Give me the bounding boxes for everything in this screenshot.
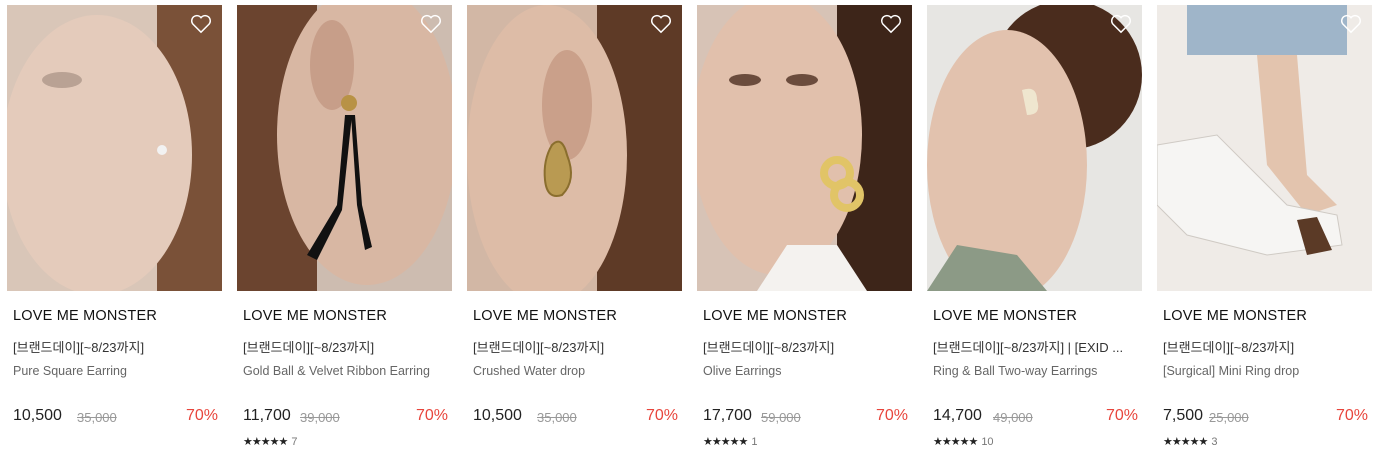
- brand-name[interactable]: LOVE ME MONSTER: [243, 308, 387, 324]
- product-name[interactable]: Pure Square Earring: [13, 363, 218, 379]
- sale-price: 7,500: [1163, 407, 1204, 424]
- rating: ★★★★★ 10: [933, 435, 994, 448]
- model-photo: [927, 5, 1142, 291]
- sale-price: 17,700: [703, 407, 752, 424]
- product-card[interactable]: LOVE ME MONSTER [브랜드데이][~8/23까지] Gold Ba…: [237, 5, 452, 460]
- star-icon: ★★★★★: [1163, 436, 1208, 448]
- brand-name[interactable]: LOVE ME MONSTER: [13, 308, 157, 324]
- product-image[interactable]: [7, 5, 222, 291]
- promo-label[interactable]: [브랜드데이][~8/23까지]: [1163, 337, 1368, 356]
- brand-name[interactable]: LOVE ME MONSTER: [1163, 308, 1307, 324]
- brand-name[interactable]: LOVE ME MONSTER: [933, 308, 1077, 324]
- product-name[interactable]: [Surgical] Mini Ring drop: [1163, 363, 1368, 379]
- product-grid: LOVE ME MONSTER [브랜드데이][~8/23까지] Pure Sq…: [0, 0, 1381, 466]
- discount-rate: 70%: [415, 407, 448, 424]
- rating: ★★★★★ 1: [703, 435, 757, 448]
- rating: ★★★★★ 3: [1163, 435, 1217, 448]
- sale-price: 10,500: [473, 407, 522, 424]
- model-photo: [1157, 5, 1372, 291]
- product-image[interactable]: [697, 5, 912, 291]
- heart-icon[interactable]: [650, 14, 672, 34]
- discount-rate: 70%: [645, 407, 678, 424]
- product-card[interactable]: LOVE ME MONSTER [브랜드데이][~8/23까지] Pure Sq…: [7, 5, 222, 460]
- review-count: 3: [1211, 436, 1218, 448]
- product-name[interactable]: Gold Ball & Velvet Ribbon Earring: [243, 363, 448, 379]
- product-name[interactable]: Olive Earrings: [703, 363, 908, 379]
- sale-price: 11,700: [243, 407, 291, 424]
- original-price: 59,000: [761, 410, 801, 425]
- promo-label[interactable]: [브랜드데이][~8/23까지]: [703, 337, 908, 356]
- discount-rate: 70%: [1335, 407, 1368, 424]
- original-price: 35,000: [77, 410, 117, 425]
- product-card[interactable]: LOVE ME MONSTER [브랜드데이][~8/23까지] | [EXID…: [927, 5, 1142, 460]
- product-image[interactable]: [467, 5, 682, 291]
- model-photo: [697, 5, 912, 291]
- product-card[interactable]: LOVE ME MONSTER [브랜드데이][~8/23까지] [Surgic…: [1157, 5, 1372, 460]
- promo-label[interactable]: [브랜드데이][~8/23까지] | [EXID ...: [933, 337, 1138, 356]
- original-price: 25,000: [1209, 410, 1249, 425]
- sale-price: 10,500: [13, 407, 62, 424]
- star-icon: ★★★★★: [243, 436, 288, 448]
- brand-name[interactable]: LOVE ME MONSTER: [473, 308, 617, 324]
- review-count: 10: [981, 436, 994, 448]
- discount-rate: 70%: [185, 407, 218, 424]
- original-price: 35,000: [537, 410, 577, 425]
- product-image[interactable]: [237, 5, 452, 291]
- brand-name[interactable]: LOVE ME MONSTER: [703, 308, 847, 324]
- product-image[interactable]: [1157, 5, 1372, 291]
- product-card[interactable]: LOVE ME MONSTER [브랜드데이][~8/23까지] Olive E…: [697, 5, 912, 460]
- heart-icon[interactable]: [190, 14, 212, 34]
- model-photo: [467, 5, 682, 291]
- promo-label[interactable]: [브랜드데이][~8/23까지]: [243, 337, 448, 356]
- product-image[interactable]: [927, 5, 1142, 291]
- review-count: 7: [291, 436, 298, 448]
- product-card[interactable]: LOVE ME MONSTER [브랜드데이][~8/23까지] Crushed…: [467, 5, 682, 460]
- sale-price: 14,700: [933, 407, 982, 424]
- discount-rate: 70%: [1105, 407, 1138, 424]
- promo-label[interactable]: [브랜드데이][~8/23까지]: [473, 337, 678, 356]
- discount-rate: 70%: [875, 407, 908, 424]
- product-name[interactable]: Ring & Ball Two-way Earrings: [933, 363, 1138, 379]
- product-name[interactable]: Crushed Water drop: [473, 363, 678, 379]
- promo-label[interactable]: [브랜드데이][~8/23까지]: [13, 337, 218, 356]
- heart-icon[interactable]: [420, 14, 442, 34]
- original-price: 39,000: [300, 410, 340, 425]
- model-photo: [7, 5, 222, 291]
- original-price: 49,000: [993, 410, 1033, 425]
- star-icon: ★★★★★: [703, 436, 748, 448]
- star-icon: ★★★★★: [933, 436, 978, 448]
- model-photo: [237, 5, 452, 291]
- rating: ★★★★★ 7: [243, 435, 297, 448]
- heart-icon[interactable]: [1340, 14, 1362, 34]
- heart-icon[interactable]: [880, 14, 902, 34]
- heart-icon[interactable]: [1110, 14, 1132, 34]
- review-count: 1: [751, 436, 758, 448]
